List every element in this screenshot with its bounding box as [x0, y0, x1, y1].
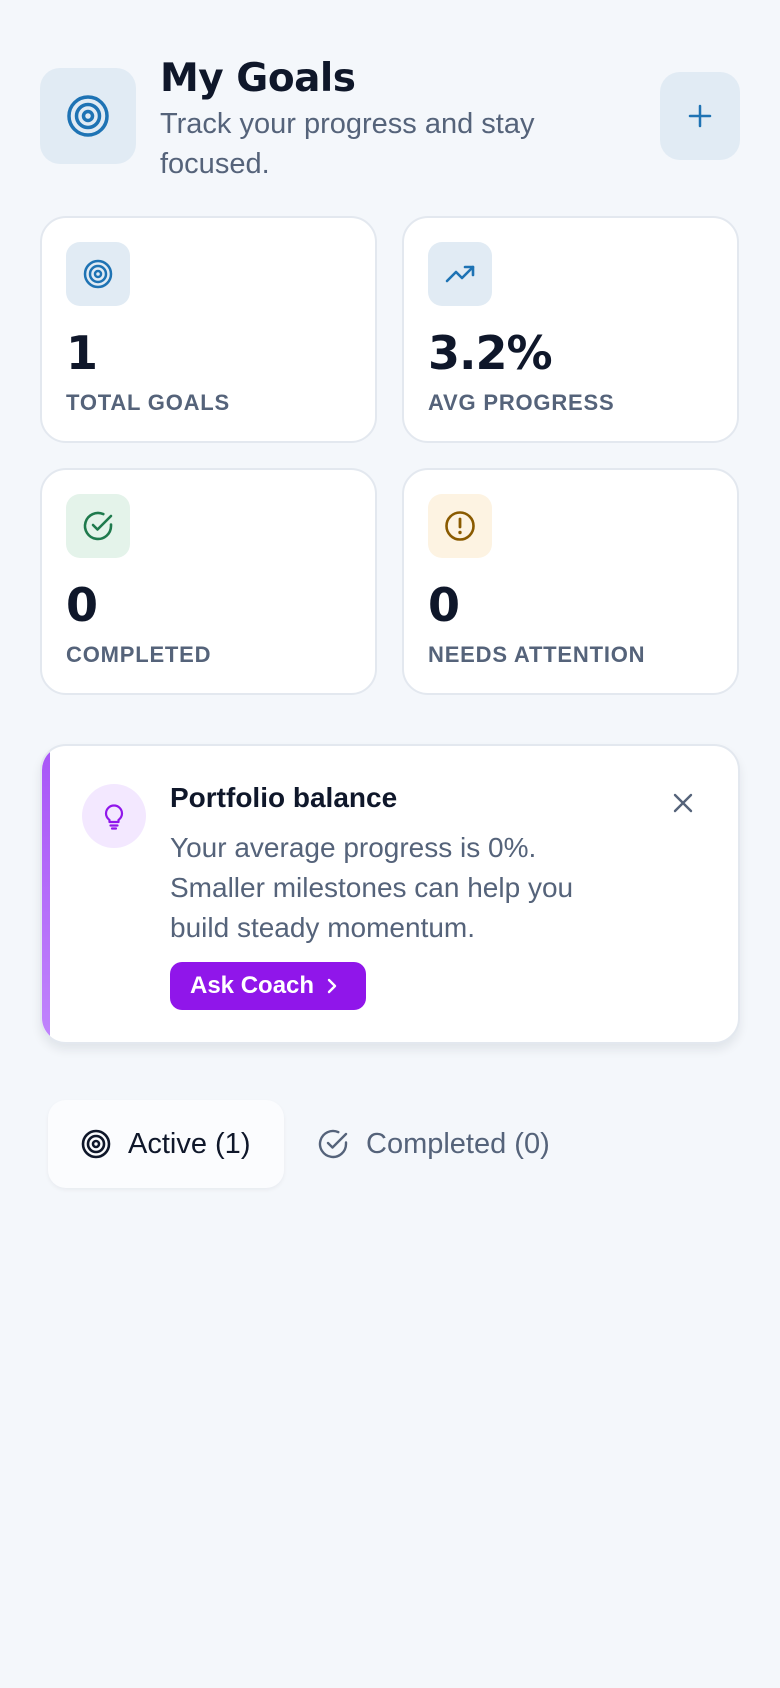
ask-coach-label: Ask Coach: [190, 972, 315, 999]
stat-label: AVG PROGRESS: [428, 390, 615, 415]
stat-label: TOTAL GOALS: [66, 390, 231, 415]
tab-label: Completed (0): [366, 1127, 550, 1160]
tab-completed[interactable]: Completed (0): [316, 1100, 596, 1188]
page-subtitle: Track your progress and stay focused.: [160, 108, 535, 180]
stat-label: COMPLETED: [66, 642, 212, 667]
lightbulb-icon: [82, 784, 146, 848]
page-header: My Goals Track your progress and stay fo…: [40, 56, 740, 186]
insight-title: Portfolio balance: [170, 782, 398, 813]
target-icon: [81, 1129, 111, 1159]
tab-label: Active (1): [128, 1127, 251, 1160]
ask-coach-button[interactable]: Ask Coach: [170, 962, 366, 1010]
insight-card: Portfolio balance Your average progress …: [40, 744, 740, 1044]
stat-card-avg-progress: 3.2% AVG PROGRESS: [402, 216, 739, 443]
check-circle-icon: [318, 1129, 348, 1159]
target-icon: [40, 68, 136, 164]
alert-circle-icon: [428, 494, 492, 558]
check-circle-icon: [66, 494, 130, 558]
trending-up-icon: [428, 242, 492, 306]
insight-message: Your average progress is 0%. Smaller mil…: [170, 832, 574, 943]
add-goal-button[interactable]: [660, 72, 740, 160]
page-title: My Goals: [160, 56, 356, 101]
target-icon: [66, 242, 130, 306]
stat-value: 0: [66, 578, 98, 632]
stat-card-completed: 0 COMPLETED: [40, 468, 377, 695]
dismiss-insight-button[interactable]: [668, 788, 698, 818]
tab-active[interactable]: Active (1): [48, 1100, 284, 1188]
stat-value: 3.2%: [428, 326, 553, 380]
stat-value: 1: [66, 326, 98, 380]
plus-icon: [688, 104, 712, 128]
insight-accent-bar: [42, 746, 50, 1042]
stat-card-needs-attention: 0 NEEDS ATTENTION: [402, 468, 739, 695]
chevron-right-icon: [327, 978, 337, 994]
stat-value: 0: [428, 578, 460, 632]
close-icon: [673, 793, 693, 813]
stat-label: NEEDS ATTENTION: [428, 642, 646, 667]
goals-page: My Goals Track your progress and stay fo…: [0, 0, 780, 1688]
stat-card-total-goals: 1 TOTAL GOALS: [40, 216, 377, 443]
